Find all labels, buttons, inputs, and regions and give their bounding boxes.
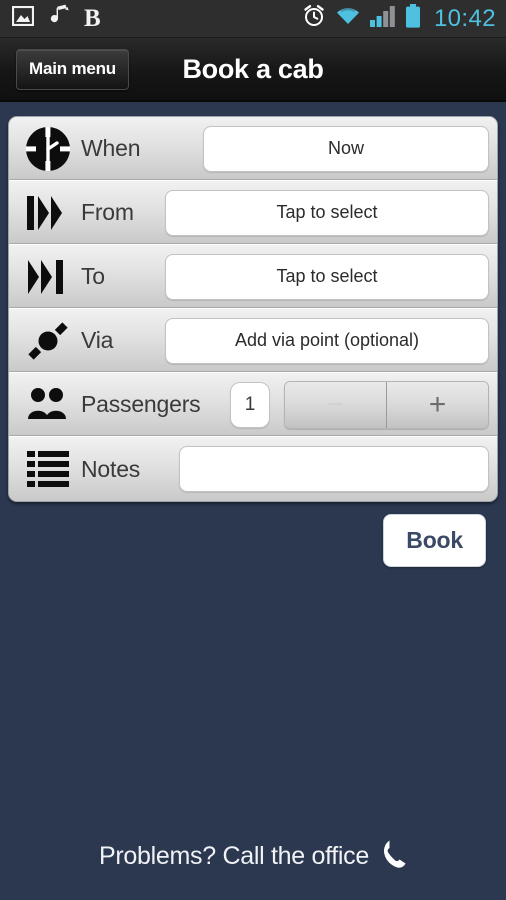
form-row-from[interactable]: From Tap to select <box>9 181 497 245</box>
when-select[interactable]: Now <box>203 125 489 172</box>
music-note-icon <box>48 4 70 33</box>
form-label-when: When <box>81 135 141 161</box>
form-label-from: From <box>81 199 134 225</box>
alarm-clock-icon <box>302 4 326 33</box>
call-office-link[interactable]: Problems? Call the office <box>0 839 506 874</box>
via-select[interactable]: Add via point (optional) <box>165 317 489 364</box>
main-menu-button[interactable]: Main menu <box>16 48 129 90</box>
notes-input[interactable] <box>179 446 489 492</box>
battery-icon <box>405 4 421 33</box>
image-icon <box>11 5 35 31</box>
passenger-increment-button[interactable]: + <box>387 381 488 428</box>
to-select[interactable]: Tap to select <box>165 253 489 300</box>
status-bar-left-icons: B <box>11 4 101 33</box>
clock-icon <box>21 126 75 172</box>
form-label-to: To <box>81 263 105 289</box>
status-bar[interactable]: B 10:42 <box>0 0 506 38</box>
form-row-to[interactable]: To Tap to select <box>9 245 497 309</box>
passengers-icon <box>21 385 75 425</box>
from-select[interactable]: Tap to select <box>165 189 489 236</box>
booking-form-card: When Now From Tap to select To Tap to se… <box>8 116 498 502</box>
form-row-passengers: Passengers 1 − + <box>9 373 497 437</box>
book-button[interactable]: Book <box>383 514 486 567</box>
call-office-label: Problems? Call the office <box>99 842 369 870</box>
status-bar-right-icons: 10:42 <box>302 4 496 33</box>
form-label-notes: Notes <box>81 455 141 482</box>
passenger-stepper[interactable]: − + <box>284 380 489 429</box>
to-arrow-icon <box>21 255 75 299</box>
form-row-via[interactable]: Via Add via point (optional) <box>9 309 497 373</box>
form-label-passengers: Passengers <box>81 391 201 417</box>
book-button-row: Book <box>8 502 498 567</box>
booking-screen: When Now From Tap to select To Tap to se… <box>0 102 506 900</box>
signal-bars-icon <box>369 5 396 32</box>
form-row-notes[interactable]: Notes <box>9 437 497 501</box>
wifi-icon <box>335 6 361 31</box>
from-arrow-icon <box>21 191 75 235</box>
action-bar: Main menu Book a cab <box>0 38 506 102</box>
status-bar-clock: 10:42 <box>433 4 496 32</box>
b-app-icon: B <box>84 5 101 32</box>
phone-icon <box>381 839 407 874</box>
notes-list-icon <box>21 448 75 490</box>
form-row-when[interactable]: When Now <box>9 117 497 181</box>
via-point-icon <box>21 319 75 363</box>
passenger-decrement-button[interactable]: − <box>285 381 387 428</box>
form-label-via: Via <box>81 327 114 353</box>
passenger-count: 1 <box>230 381 270 428</box>
